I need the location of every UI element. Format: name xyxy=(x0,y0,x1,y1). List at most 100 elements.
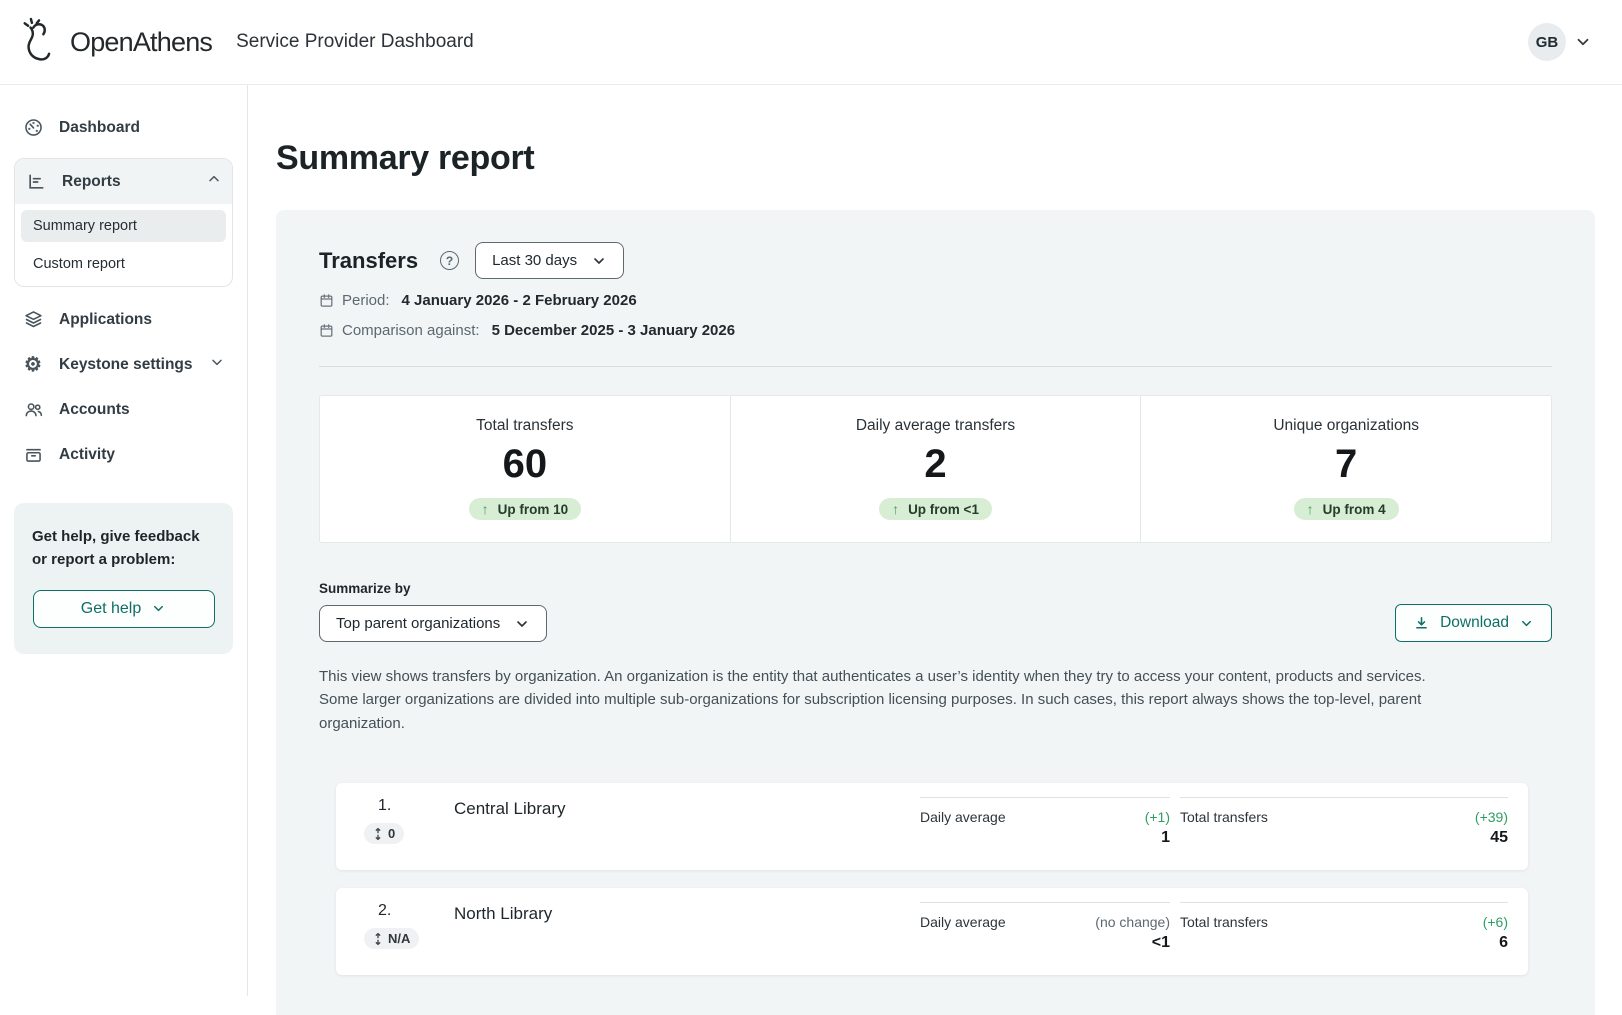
download-chevron-down-icon xyxy=(1519,616,1534,631)
stat-label: Daily average transfers xyxy=(731,417,1141,435)
organization-name: Central Library xyxy=(454,797,920,819)
total-transfers-change: (+39) xyxy=(1475,809,1508,825)
daily-average-value: <1 xyxy=(920,934,1170,952)
divider xyxy=(319,366,1552,367)
stat-value: 60 xyxy=(320,442,730,487)
user-menu-chevron-down-icon[interactable] xyxy=(1574,33,1592,51)
sidebar-item-applications[interactable]: Applications xyxy=(14,297,233,342)
up-arrow-icon: ↑ xyxy=(1307,501,1314,517)
brand: OpenAthens xyxy=(20,16,212,69)
reports-chevron-up-icon xyxy=(206,171,222,192)
comparison-line: Comparison against: 5 December 2025 - 3 … xyxy=(319,322,1552,339)
accounts-people-icon xyxy=(22,399,44,420)
user-avatar[interactable]: GB xyxy=(1528,23,1566,61)
change-text: Up from <1 xyxy=(908,502,979,517)
download-button[interactable]: Download xyxy=(1395,604,1552,642)
daily-average-change: (+1) xyxy=(1145,809,1170,825)
stat-label: Total transfers xyxy=(320,417,730,435)
daily-average-label: Daily average xyxy=(920,809,1006,825)
rank-number: 2. xyxy=(364,902,454,920)
rank-change-value: 0 xyxy=(388,826,395,841)
period-value: 4 January 2026 - 2 February 2026 xyxy=(402,292,637,309)
summarize-by-label: Summarize by xyxy=(319,581,547,596)
change-text: Up from 10 xyxy=(498,502,569,517)
brand-wordmark: OpenAthens xyxy=(70,27,212,58)
comparison-label: Comparison against: xyxy=(342,322,480,339)
date-range-select[interactable]: Last 30 days xyxy=(475,242,624,279)
transfers-heading: Transfers xyxy=(319,248,418,274)
summarize-by-value: Top parent organizations xyxy=(336,615,500,632)
sidebar-item-label: Reports xyxy=(62,173,121,191)
total-transfers-change: (+6) xyxy=(1483,914,1508,930)
view-description: This view shows transfers by organizatio… xyxy=(319,665,1459,735)
rank-column: 2. N/A xyxy=(364,902,454,951)
stat-label: Unique organizations xyxy=(1141,417,1551,435)
change-badge: ↑ Up from 4 xyxy=(1294,498,1399,520)
daily-average-label: Daily average xyxy=(920,914,1006,930)
period-label: Period: xyxy=(342,292,390,309)
date-range-chevron-down-icon xyxy=(591,253,607,269)
stat-value: 2 xyxy=(731,442,1141,487)
total-transfers-label: Total transfers xyxy=(1180,809,1268,825)
sidebar: Dashboard Reports Summary report Custom … xyxy=(0,85,248,996)
sidebar-item-label: Activity xyxy=(59,446,115,464)
get-help-chevron-down-icon xyxy=(151,601,166,616)
dashboard-icon xyxy=(22,117,44,138)
table-row[interactable]: 2. N/A North Library Daily average (no c… xyxy=(336,888,1528,975)
comparison-value: 5 December 2025 - 3 January 2026 xyxy=(492,322,736,339)
help-box: Get help, give feedback or report a prob… xyxy=(14,503,233,654)
daily-average-cell: Daily average (no change) <1 xyxy=(920,902,1170,952)
daily-average-value: 1 xyxy=(920,829,1170,847)
openathens-logo-icon xyxy=(20,16,60,69)
summarize-by-select[interactable]: Top parent organizations xyxy=(319,605,547,642)
get-help-button[interactable]: Get help xyxy=(33,590,215,628)
reports-icon xyxy=(25,172,47,192)
stat-card-unique-organizations: Unique organizations 7 ↑ Up from 4 xyxy=(1140,396,1551,542)
page-title: Summary report xyxy=(276,139,1622,178)
change-text: Up from 4 xyxy=(1323,502,1386,517)
change-badge: ↑ Up from 10 xyxy=(469,498,582,520)
summarize-by-chevron-down-icon xyxy=(514,616,530,632)
rank-change-up-down-icon xyxy=(373,827,383,841)
daily-average-change: (no change) xyxy=(1095,914,1170,930)
sidebar-item-activity[interactable]: Activity xyxy=(14,432,233,477)
up-arrow-icon: ↑ xyxy=(482,501,489,517)
sidebar-subitem-custom-report[interactable]: Custom report xyxy=(21,248,226,280)
calendar-icon xyxy=(319,293,334,308)
rank-column: 1. 0 xyxy=(364,797,454,846)
total-transfers-label: Total transfers xyxy=(1180,914,1268,930)
main-content: Summary report Transfers ? Last 30 days … xyxy=(248,85,1622,996)
app-title: Service Provider Dashboard xyxy=(236,31,474,53)
transfers-help-icon[interactable]: ? xyxy=(440,251,459,270)
sidebar-item-label: Accounts xyxy=(59,401,130,419)
stat-value: 7 xyxy=(1141,442,1551,487)
rank-change-pill: N/A xyxy=(364,928,419,949)
organization-rows: 1. 0 Central Library Daily average (+1) … xyxy=(336,783,1528,975)
applications-layers-icon xyxy=(22,309,44,330)
daily-average-cell: Daily average (+1) 1 xyxy=(920,797,1170,847)
app-header: OpenAthens Service Provider Dashboard GB xyxy=(0,0,1622,85)
sidebar-item-accounts[interactable]: Accounts xyxy=(14,387,233,432)
gear-icon: ⚙ xyxy=(22,355,44,375)
keystone-chevron-down-icon xyxy=(209,354,225,375)
rank-change-up-down-icon xyxy=(373,932,383,946)
sidebar-item-keystone-settings[interactable]: ⚙ Keystone settings xyxy=(14,342,233,387)
organization-name: North Library xyxy=(454,902,920,924)
sidebar-item-label: Keystone settings xyxy=(59,356,193,374)
download-label: Download xyxy=(1440,614,1509,632)
date-range-value: Last 30 days xyxy=(492,252,577,269)
total-transfers-cell: Total transfers (+6) 6 xyxy=(1180,902,1508,952)
sidebar-item-reports[interactable]: Reports xyxy=(15,159,232,204)
help-text: Get help, give feedback or report a prob… xyxy=(32,525,215,572)
table-row[interactable]: 1. 0 Central Library Daily average (+1) … xyxy=(336,783,1528,870)
stats-cards: Total transfers 60 ↑ Up from 10 Daily av… xyxy=(319,395,1552,543)
total-transfers-cell: Total transfers (+39) 45 xyxy=(1180,797,1508,847)
rank-change-pill: 0 xyxy=(364,823,404,844)
rank-change-value: N/A xyxy=(388,931,410,946)
sidebar-subitem-summary-report[interactable]: Summary report xyxy=(21,210,226,242)
period-line: Period: 4 January 2026 - 2 February 2026 xyxy=(319,292,1552,309)
sidebar-item-dashboard[interactable]: Dashboard xyxy=(14,105,233,150)
up-arrow-icon: ↑ xyxy=(892,501,899,517)
calendar-icon xyxy=(319,323,334,338)
total-transfers-value: 45 xyxy=(1180,829,1508,847)
